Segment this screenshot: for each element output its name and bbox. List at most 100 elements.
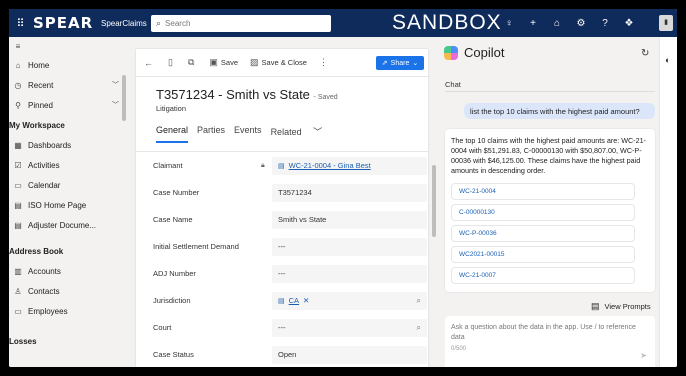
section-losses: Losses <box>9 336 37 346</box>
reference-link[interactable]: C-00000130 <box>451 204 635 221</box>
share-button[interactable]: ⇗ Share ⌄ <box>376 56 424 70</box>
chevron-down-icon[interactable]: ﹀ <box>112 80 119 90</box>
back-button[interactable]: ← <box>144 58 156 68</box>
record-icon: ▤ <box>278 297 285 305</box>
reference-link[interactable]: WC-P-00036 <box>451 225 635 242</box>
refresh-icon[interactable]: ↻ <box>641 48 649 59</box>
field-initial-settlement-demand: Initial Settlement Demand --- <box>153 233 428 260</box>
save-status: - Saved <box>313 94 338 101</box>
app-window: ⠿ SPEAR SpearClaims ⌕ Search SANDBOX ♀ +… <box>9 9 677 367</box>
sidebar-scrollbar[interactable] <box>122 75 126 121</box>
more-vertical-icon: ⋮ <box>318 57 328 67</box>
tab-parties[interactable]: Parties <box>197 125 225 143</box>
sidebar-item-recent[interactable]: ◷ Recent ﹀ <box>9 75 131 95</box>
record-type: Litigation <box>156 104 187 113</box>
send-icon[interactable]: ➤ <box>640 351 647 361</box>
topbar-icons: ♀ + ⌂ ⚙ ? ❖ <box>497 9 641 37</box>
sidebar-item-employees[interactable]: ▭ Employees <box>9 301 131 321</box>
copilot-title: Copilot <box>444 45 504 60</box>
search-icon[interactable]: ⌕ <box>417 323 421 333</box>
chevron-down-icon[interactable]: ﹀ <box>112 100 119 110</box>
copilot-toggle-icon[interactable]: ❖ <box>617 18 641 29</box>
sidebar-item-accounts[interactable]: ▥ Accounts <box>9 261 131 281</box>
sidebar-item-contacts[interactable]: ♙ Contacts <box>9 281 131 301</box>
home-icon: ⌂ <box>15 60 21 70</box>
case-status-select[interactable]: Open <box>272 345 427 364</box>
clock-icon: ◷ <box>14 80 22 90</box>
tab-related[interactable]: Related ﹀ <box>271 125 332 143</box>
top-navigation-bar: ⠿ SPEAR SpearClaims ⌕ Search SANDBOX ♀ +… <box>9 9 677 37</box>
record-form-panel: ← ▯ ⧉ ▣ Save ▨ Save & Close ⋮ ⇗ Share ⌄ … <box>136 49 436 367</box>
reference-link[interactable]: WC-21-0007 <box>451 267 635 284</box>
save-icon: ▣ <box>209 57 218 67</box>
form-view-button[interactable]: ▯ <box>168 57 176 68</box>
app-launcher-icon[interactable]: ⠿ <box>9 9 31 37</box>
response-text: The top 10 claims with the highest paid … <box>451 136 646 175</box>
more-commands-button[interactable]: ⋮ <box>319 57 331 68</box>
tab-chat[interactable]: Chat <box>445 80 461 89</box>
sidebar-item-iso-home-page[interactable]: ▤ ISO Home Page <box>9 195 131 215</box>
char-count: 0/500 <box>451 346 467 352</box>
initial-settlement-demand-input[interactable]: --- <box>272 237 427 256</box>
general-form: Claimant 🔒︎ ▤ WC-21-0004 - Gina Best Cas… <box>136 152 428 367</box>
claimant-lookup[interactable]: ▤ WC-21-0004 - Gina Best <box>272 156 427 175</box>
help-icon[interactable]: ? <box>593 18 617 29</box>
section-my-workspace: My Workspace <box>9 120 65 130</box>
case-number-input[interactable]: T3571234 <box>272 183 427 202</box>
search-icon: ⌕ <box>156 17 162 28</box>
field-court: Court --- ⌕ <box>153 314 428 341</box>
sidebar-item-activities[interactable]: ☑ Activities <box>9 155 131 175</box>
save-close-icon: ▨ <box>250 57 259 67</box>
record-tabs: General Parties Events Related ﹀ <box>156 125 428 143</box>
avatar[interactable]: ▮ <box>659 15 673 31</box>
form-icon: ▯ <box>168 57 173 67</box>
gear-icon[interactable]: ⚙ <box>569 18 593 29</box>
field-case-status: Case Status Open <box>153 341 428 367</box>
plus-icon[interactable]: + <box>521 18 545 29</box>
chevron-down-icon: ﹀ <box>313 127 323 137</box>
case-name-input[interactable]: Smith vs State <box>272 210 427 229</box>
hamburger-menu-icon[interactable]: ≡ <box>9 37 131 55</box>
app-name[interactable]: SpearClaims <box>101 19 147 28</box>
save-close-button[interactable]: ▨ Save & Close <box>250 57 307 68</box>
remove-chip-icon[interactable]: ✕ <box>303 296 309 305</box>
sidebar-item-pinned[interactable]: ⚲ Pinned ﹀ <box>9 95 131 115</box>
share-icon: ⇗ <box>381 60 388 67</box>
copilot-side-icon[interactable]: ◐ <box>665 55 670 65</box>
sidebar-item-home[interactable]: ⌂ Home <box>9 55 131 75</box>
environment-label: SANDBOX <box>392 11 502 34</box>
lock-icon: 🔒︎ <box>261 161 265 169</box>
search-placeholder: Search <box>165 18 191 28</box>
user-message: list the top 10 claims with the highest … <box>464 103 655 119</box>
jurisdiction-lookup[interactable]: ▤ CA ✕ ⌕ <box>272 291 427 310</box>
page-icon: ▤ <box>14 200 22 210</box>
adj-number-input[interactable]: --- <box>272 264 427 283</box>
sidebar-item-calendar[interactable]: ▭ Calendar <box>9 175 131 195</box>
popout-icon: ⧉ <box>187 57 195 67</box>
tab-events[interactable]: Events <box>234 125 262 143</box>
lightbulb-icon[interactable]: ♀ <box>497 18 521 29</box>
field-case-number: Case Number T3571234 <box>153 179 428 206</box>
tab-general[interactable]: General <box>156 125 189 143</box>
court-lookup[interactable]: --- ⌕ <box>272 318 427 337</box>
document-icon: ▤ <box>14 220 22 230</box>
sidebar-navigation: ≡ ⌂ Home ◷ Recent ﹀ ⚲ Pinned ﹀ My Worksp… <box>9 37 131 367</box>
save-button[interactable]: ▣ Save <box>209 57 238 68</box>
search-icon[interactable]: ⌕ <box>417 296 421 306</box>
copilot-logo-icon <box>444 45 458 60</box>
open-new-window-button[interactable]: ⧉ <box>188 57 197 68</box>
filter-icon[interactable]: ⌂ <box>545 18 569 29</box>
spear-logo: SPEAR <box>33 14 94 32</box>
view-prompts-button[interactable]: ▤ View Prompts <box>591 301 651 312</box>
sidebar-item-adjuster-documents[interactable]: ▤ Adjuster Docume... <box>9 215 131 235</box>
copilot-response: The top 10 claims with the highest paid … <box>445 129 655 292</box>
copilot-input[interactable]: Ask a question about the data in the app… <box>445 316 655 367</box>
global-search-input[interactable]: ⌕ Search <box>151 14 331 32</box>
side-pane-strip: ◐ <box>659 37 677 367</box>
reference-link[interactable]: WC2021-00015 <box>451 246 635 263</box>
reference-link[interactable]: WC-21-0004 <box>451 183 635 200</box>
sidebar-item-dashboards[interactable]: ▦ Dashboards <box>9 135 131 155</box>
field-case-name: Case Name Smith vs State <box>153 206 428 233</box>
section-address-book: Address Book <box>9 246 64 256</box>
prompt-guide-icon: ▤ <box>591 301 600 311</box>
